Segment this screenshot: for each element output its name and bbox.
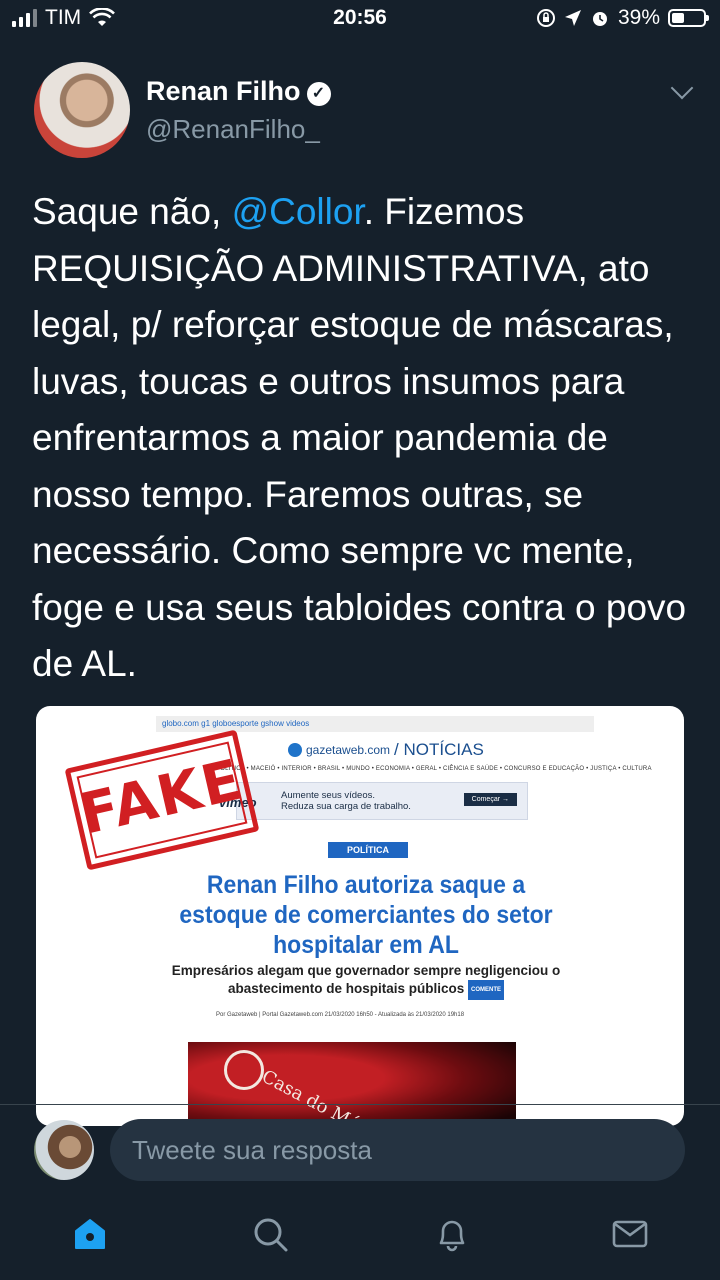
mention-link[interactable]: @Collor [232, 191, 364, 232]
reply-input[interactable]: Tweete sua resposta [110, 1119, 685, 1181]
alarm-icon [592, 12, 607, 26]
messages-icon[interactable] [610, 1214, 650, 1254]
media-meta: Por Gazetaweb | Portal Gazetaweb.com 21/… [216, 1012, 465, 1018]
media-ad-line1: Aumente seus vídeos. [281, 790, 375, 801]
media-photo: Casa do Méd [188, 1042, 516, 1126]
tweet-text-start: Saque não, [32, 191, 232, 232]
author-name-text[interactable]: Renan Filho [146, 76, 301, 106]
media-site-name: gazetaweb.com [306, 743, 391, 757]
home-icon[interactable] [70, 1214, 110, 1254]
media-tag: POLÍTICA [328, 842, 408, 858]
user-avatar[interactable] [34, 1120, 94, 1180]
bottom-nav [0, 1196, 720, 1280]
media-site-logo: gazetaweb.com / NOTÍCIAS [288, 740, 484, 760]
media-section: / NOTÍCIAS [394, 740, 484, 759]
location-icon [564, 10, 581, 26]
battery-fill [672, 13, 684, 23]
media-top-links: globo.com g1 globoesporte gshow videos [156, 716, 594, 732]
media-nav: POLÍTICA • MACEIÓ • INTERIOR • BRASIL • … [216, 766, 652, 772]
media-ad-button: Começar → [463, 793, 517, 806]
author-avatar[interactable] [34, 62, 130, 158]
chevron-down-icon[interactable] [670, 76, 694, 100]
media-headline: Renan Filho autoriza saque a estoque de … [179, 871, 553, 959]
status-right: 39% [536, 6, 709, 30]
tweet-media-image[interactable]: globo.com g1 globoesporte gshow videos g… [36, 706, 684, 1126]
search-icon[interactable] [250, 1214, 290, 1254]
author-name[interactable]: Renan Filho ✓ [146, 76, 331, 107]
author-handle[interactable]: @RenanFilho_ [146, 114, 320, 145]
rotation-lock-icon [536, 9, 555, 27]
battery-percent: 39% [617, 6, 660, 29]
media-photo-text: Casa do Méd [258, 1066, 373, 1126]
media-comment-badge: COMENTE [468, 980, 505, 1000]
status-bar: TIM 20:56 39% [0, 0, 720, 36]
tweet-text-rest: . Fizemos REQUISIÇÃO ADMINISTRATIVA, ato… [32, 191, 687, 684]
fake-stamp: FAKE [64, 729, 260, 871]
media-ad-text: Aumente seus vídeos. Reduza sua carga de… [281, 790, 411, 812]
notifications-icon[interactable] [432, 1214, 472, 1254]
media-ad-banner: vimeo Aumente seus vídeos. Reduza sua ca… [219, 782, 528, 820]
media-subheadline: Empresários alegam que governador sempre… [156, 962, 576, 1000]
tweet-text: Saque não, @Collor. Fizemos REQUISIÇÃO A… [32, 184, 692, 693]
verified-icon: ✓ [306, 82, 331, 106]
reply-divider [0, 1104, 720, 1105]
media-ad-line2: Reduza sua carga de trabalho. [281, 801, 411, 812]
battery-icon [668, 9, 709, 27]
globe-icon [288, 743, 302, 757]
